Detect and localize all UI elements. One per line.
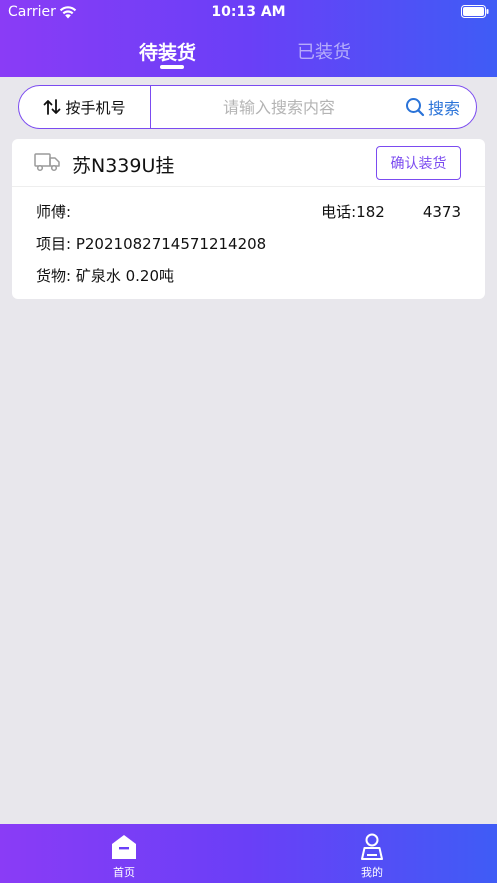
goods-row: 货物: 矿泉水 0.20吨: [36, 265, 174, 286]
tabbar-item-mine[interactable]: 我的: [342, 832, 402, 880]
battery-icon: [461, 5, 489, 18]
tab-bar-top: 待装货 已装货: [0, 34, 497, 74]
goods-value: 矿泉水 0.20吨: [75, 267, 175, 285]
driver-row: 师傅:: [36, 201, 71, 222]
search-button-label: 搜索: [427, 99, 460, 118]
tab-active-indicator: [160, 65, 184, 69]
status-bar: Carrier 10:13 AM: [0, 0, 497, 26]
order-card-header: 苏N339U挂 确认装货: [12, 139, 485, 187]
phone-suffix: 4373: [422, 203, 461, 221]
search-button[interactable]: 搜索: [405, 86, 460, 128]
order-card: 苏N339U挂 确认装货 师傅: 电话:182 4373 项目: P2021082…: [12, 139, 485, 299]
tabbar-item-home[interactable]: 首页: [94, 832, 154, 880]
sort-by-phone-button[interactable]: 按手机号: [19, 86, 151, 128]
search-input[interactable]: [159, 92, 399, 122]
goods-label: 货物:: [36, 267, 72, 285]
header: Carrier 10:13 AM 待装货 已装货: [0, 0, 497, 77]
person-icon: [361, 833, 383, 860]
home-icon: [112, 835, 136, 859]
plate-number: 苏N339U挂: [72, 155, 175, 177]
phone-label: 电话:: [321, 203, 357, 221]
bottom-tab-bar: 首页 我的: [0, 824, 497, 883]
project-value: P2021082714571214208: [75, 235, 267, 253]
tabbar-mine-label: 我的: [361, 866, 383, 879]
phone-row: 电话:182 4373: [321, 201, 461, 222]
status-time: 10:13 AM: [211, 4, 286, 20]
tabbar-home-label: 首页: [113, 866, 135, 879]
sort-label: 按手机号: [65, 98, 126, 117]
tab-loaded[interactable]: 已装货: [297, 38, 351, 64]
project-row: 项目: P2021082714571214208: [36, 233, 266, 254]
truck-icon: [34, 153, 60, 172]
confirm-loading-button[interactable]: 确认装货: [376, 146, 461, 180]
sort-arrows-icon: [44, 99, 61, 115]
project-label: 项目:: [36, 235, 72, 253]
search-icon: [405, 98, 425, 117]
phone-prefix: 182: [356, 203, 385, 221]
driver-label: 师傅:: [36, 203, 72, 221]
tab-pending-loading[interactable]: 待装货: [139, 38, 196, 65]
search-bar: 按手机号 搜索: [18, 85, 477, 129]
